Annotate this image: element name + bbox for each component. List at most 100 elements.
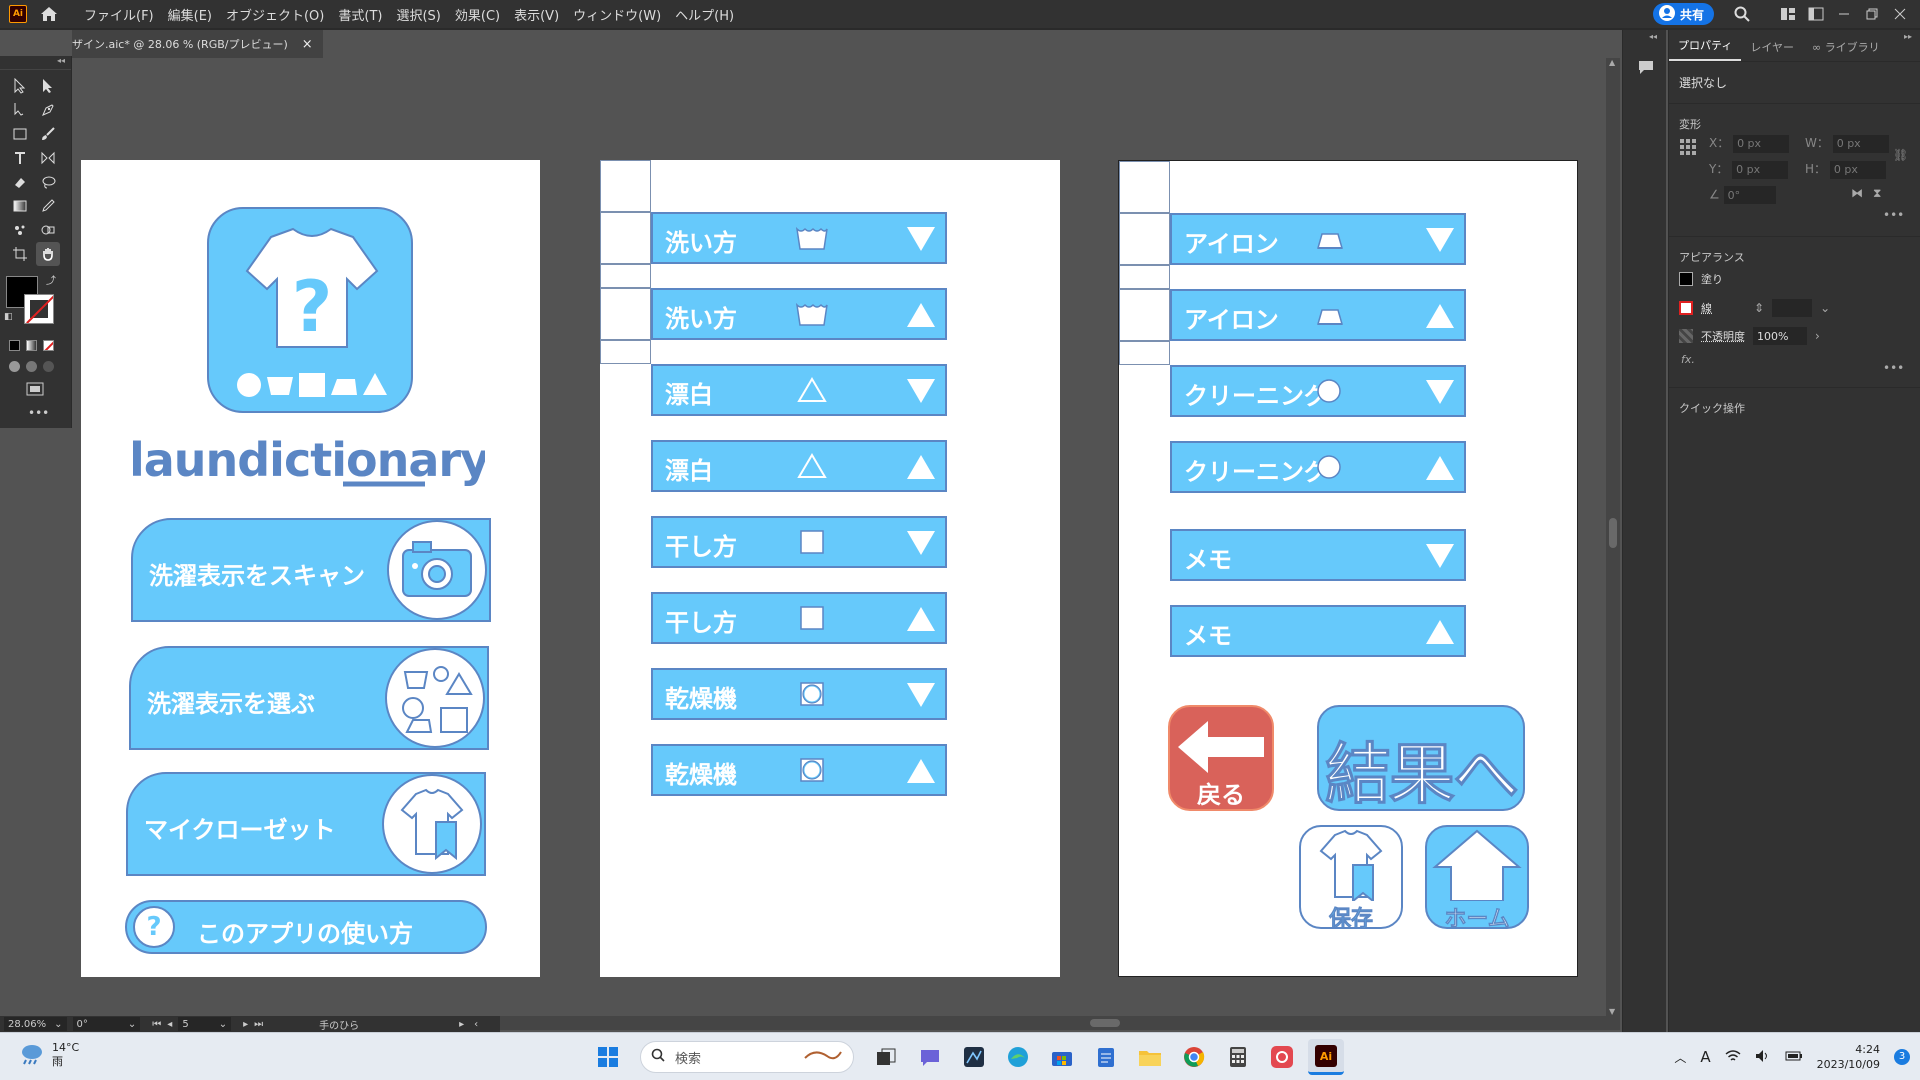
calculator-icon[interactable] [1220, 1039, 1256, 1075]
app-icon-dark[interactable] [956, 1039, 992, 1075]
notepad-icon[interactable] [1088, 1039, 1124, 1075]
care-list-1-bar[interactable]: 漂白 [651, 364, 947, 416]
result-button[interactable]: 結果へ [1317, 705, 1525, 811]
horizontal-scrollbar[interactable] [500, 1016, 1620, 1030]
restore-icon[interactable] [1858, 0, 1886, 28]
choose-care-label-button[interactable]: 洗濯表示を選ぶ [129, 646, 489, 750]
reflect-tool-icon[interactable] [36, 146, 60, 170]
chevron-right-icon[interactable]: › [1815, 329, 1820, 343]
care-list-1-bar[interactable]: 乾燥機 [651, 668, 947, 720]
notification-badge[interactable]: 3 [1894, 1049, 1910, 1065]
back-button[interactable]: 戻る [1168, 705, 1274, 811]
w-input[interactable]: 0 px [1833, 135, 1889, 153]
care-list-1-bar[interactable]: 洗い方 [651, 288, 947, 340]
paintbrush-tool-icon[interactable] [36, 122, 60, 146]
triangle-up-icon[interactable] [1424, 453, 1456, 483]
creative-cloud-app-icon[interactable] [1264, 1039, 1300, 1075]
rectangle-tool-icon[interactable] [8, 122, 32, 146]
chat-icon[interactable] [912, 1039, 948, 1075]
triangle-up-icon[interactable] [905, 452, 937, 482]
minimize-icon[interactable] [1830, 0, 1858, 28]
selection-tool-icon[interactable] [8, 74, 32, 98]
stroke-swatch[interactable] [24, 294, 54, 324]
care-list-2-bar[interactable]: クリーニング [1170, 365, 1466, 417]
triangle-down-icon[interactable] [905, 224, 937, 254]
menu-effect[interactable]: 効果(C) [448, 5, 507, 24]
opacity-input[interactable]: 100% [1753, 327, 1807, 345]
triangle-down-icon[interactable] [905, 680, 937, 710]
taskbar-search-box[interactable]: 検索 [640, 1041, 854, 1073]
scan-care-label-button[interactable]: 洗濯表示をスキャン [131, 518, 491, 622]
stroke-weight-input[interactable] [1772, 299, 1812, 317]
hand-tool-icon[interactable] [36, 242, 60, 266]
triangle-down-icon[interactable] [1424, 377, 1456, 407]
battery-icon[interactable] [1785, 1050, 1803, 1065]
reference-point-icon[interactable] [1679, 138, 1697, 159]
artboard-home[interactable]: ? laundictionary 洗濯表示をスキャン 洗濯表示を選ぶ マイクロー… [81, 160, 540, 977]
zoom-field[interactable]: 28.06% ⌄ [4, 1017, 67, 1031]
rotate-input[interactable]: 0° [1724, 186, 1776, 204]
care-list-2-bar[interactable]: メモ [1170, 529, 1466, 581]
draw-inside-icon[interactable] [43, 361, 54, 372]
menu-select[interactable]: 選択(S) [389, 5, 447, 24]
care-list-1-bar[interactable]: 洗い方 [651, 212, 947, 264]
default-colors-icon[interactable]: ◧ [4, 312, 13, 322]
system-clock[interactable]: 4:24 2023/10/09 [1817, 1042, 1880, 1072]
comments-icon[interactable] [1637, 59, 1666, 79]
vertical-scroll-thumb[interactable] [1609, 518, 1617, 548]
menu-type[interactable]: 書式(T) [331, 5, 389, 24]
triangle-up-icon[interactable] [905, 300, 937, 330]
my-closet-button[interactable]: マイクローゼット [126, 772, 486, 876]
swap-colors-icon[interactable]: ⤴ [46, 272, 56, 287]
home-button[interactable]: ホーム [1425, 825, 1529, 929]
fill-stroke-swatches[interactable]: ⤴ ◧ [6, 276, 62, 332]
document-tab[interactable]: ザイン.aic* @ 28.06 % (RGB/プレビュー) × [72, 30, 323, 58]
scroll-left-icon[interactable]: ‹ [474, 1019, 478, 1030]
menu-edit[interactable]: 編集(E) [161, 5, 219, 24]
more-options-icon[interactable]: ••• [1883, 361, 1904, 375]
stepper-icon[interactable]: ⇕ [1754, 301, 1764, 315]
group-selection-tool-icon[interactable] [8, 98, 32, 122]
artboard-care-list-1[interactable]: 洗い方 洗い方 漂白 漂白 干し方 干し方 乾燥機 乾燥機 [600, 160, 1060, 977]
menu-window[interactable]: ウィンドウ(W) [566, 5, 668, 24]
microsoft-store-icon[interactable] [1044, 1039, 1080, 1075]
last-artboard-icon[interactable]: ⏭ [254, 1019, 263, 1030]
triangle-down-icon[interactable] [905, 376, 937, 406]
dock-expand-icon[interactable]: ◂◂ [1623, 30, 1666, 41]
volume-icon[interactable] [1755, 1049, 1771, 1066]
stroke-color-swatch[interactable] [1679, 301, 1693, 315]
first-artboard-icon[interactable]: ⏮ [152, 1019, 161, 1030]
show-hidden-icons-icon[interactable]: ︿ [1674, 1049, 1686, 1066]
previous-artboard-icon[interactable]: ◂ [167, 1019, 172, 1030]
canvas-area[interactable]: ? laundictionary 洗濯表示をスキャン 洗濯表示を選ぶ マイクロー… [72, 58, 1616, 1016]
care-list-2-bar[interactable]: クリーニング [1170, 441, 1466, 493]
type-tool-icon[interactable] [8, 146, 32, 170]
share-button[interactable]: 共有 [1653, 3, 1714, 25]
wifi-icon[interactable] [1725, 1050, 1741, 1065]
eyedropper-tool-icon[interactable] [36, 194, 60, 218]
care-list-2-bar[interactable]: メモ [1170, 605, 1466, 657]
more-tools-icon[interactable]: ••• [28, 406, 71, 420]
status-menu-icon[interactable]: ▸ [459, 1019, 464, 1030]
more-options-icon[interactable]: ••• [1883, 208, 1904, 222]
draw-normal-icon[interactable] [9, 361, 20, 372]
constrain-proportions-icon[interactable]: ⛓ [1893, 148, 1908, 162]
task-view-icon[interactable] [868, 1039, 904, 1075]
triangle-down-icon[interactable] [1424, 225, 1456, 255]
next-artboard-icon[interactable]: ▸ [243, 1019, 248, 1030]
care-list-1-bar[interactable]: 干し方 [651, 516, 947, 568]
artboard-tool-icon[interactable] [8, 242, 32, 266]
lasso-tool-icon[interactable] [36, 170, 60, 194]
close-window-icon[interactable] [1886, 0, 1914, 28]
direct-selection-tool-icon[interactable] [36, 74, 60, 98]
none-mode-icon[interactable] [43, 340, 54, 351]
workspace-icon[interactable] [1774, 0, 1802, 28]
pen-tool-icon[interactable] [36, 98, 60, 122]
vertical-scrollbar[interactable]: ▲ ▼ [1606, 58, 1620, 1016]
windows-start-icon[interactable] [590, 1039, 626, 1075]
gradient-tool-icon[interactable] [8, 194, 32, 218]
save-button[interactable]: 保存 [1299, 825, 1403, 929]
search-icon[interactable] [1728, 0, 1756, 28]
screen-mode-icon[interactable] [26, 382, 71, 400]
menu-view[interactable]: 表示(V) [507, 5, 566, 24]
